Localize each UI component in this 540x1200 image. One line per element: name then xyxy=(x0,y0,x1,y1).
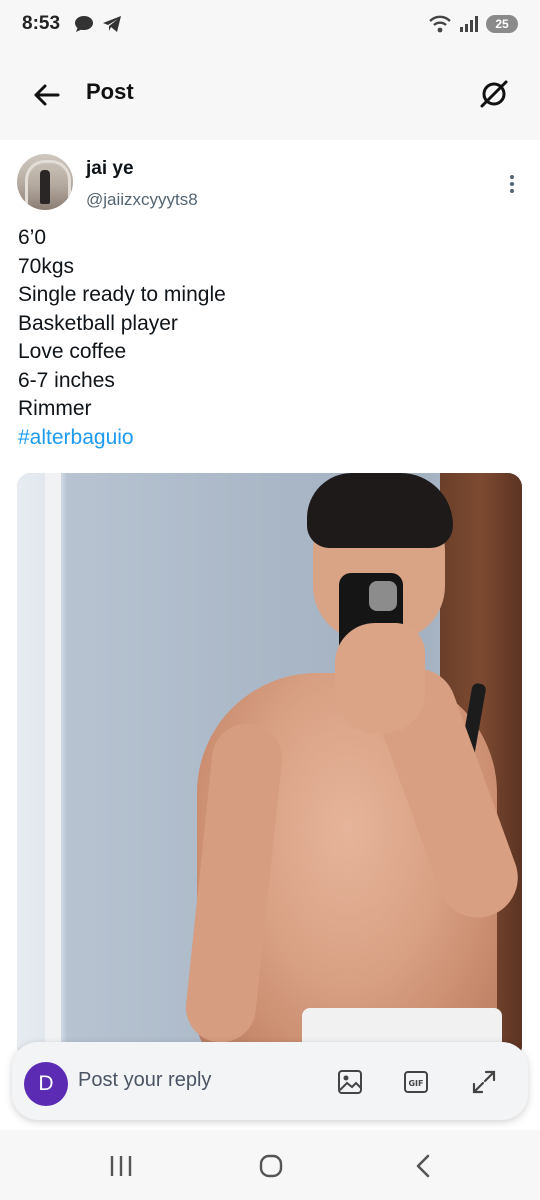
post-line: Love coffee xyxy=(18,340,127,363)
author-name[interactable]: jai ye xyxy=(86,158,134,180)
photo-door-frame xyxy=(45,473,61,1060)
avatar[interactable] xyxy=(17,154,73,210)
top-nav: Post xyxy=(0,50,540,140)
photo-hair xyxy=(307,473,453,548)
system-nav-bar xyxy=(0,1130,540,1200)
reply-avatar[interactable]: D xyxy=(24,1062,68,1106)
recent-apps-icon[interactable] xyxy=(106,1152,136,1180)
post: jai ye @jaiizxcyyyts8 6’0 70kgs Single r… xyxy=(0,140,540,1060)
chat-bubble-icon xyxy=(75,16,93,32)
photo-phone-camera xyxy=(369,581,397,611)
home-icon[interactable] xyxy=(256,1152,286,1180)
photo-hand xyxy=(335,623,425,733)
avatar-figure xyxy=(40,170,50,204)
status-icons-left xyxy=(73,14,123,34)
post-line: Single ready to mingle xyxy=(18,283,226,306)
telegram-icon xyxy=(103,16,121,32)
post-line: 6’0 xyxy=(18,226,47,249)
expand-icon[interactable] xyxy=(470,1068,498,1096)
gif-icon[interactable]: GIF xyxy=(402,1068,430,1096)
wifi-icon xyxy=(429,15,451,33)
post-line: 6-7 inches xyxy=(18,368,115,392)
status-bar: 8:53 25 xyxy=(0,0,540,50)
author-handle[interactable]: @jaiizxcyyyts8 xyxy=(86,190,198,210)
battery-icon: 25 xyxy=(486,15,518,33)
status-time: 8:53 xyxy=(22,13,61,34)
signal-icon xyxy=(460,16,478,32)
reply-composer: D Post your reply GIF xyxy=(12,1042,528,1120)
grok-icon[interactable] xyxy=(476,76,512,112)
post-text: 6’0 70kgs Single ready to mingle Basketb… xyxy=(18,224,518,452)
page-title: Post xyxy=(86,79,134,104)
arrow-left-icon[interactable] xyxy=(30,78,64,112)
post-line: 70kgs xyxy=(18,254,75,278)
image-icon[interactable] xyxy=(336,1068,364,1096)
svg-text:GIF: GIF xyxy=(408,1079,423,1088)
post-media-image[interactable] xyxy=(17,473,522,1060)
post-line: Rimmer xyxy=(18,397,92,420)
back-icon[interactable] xyxy=(408,1152,438,1180)
reply-input[interactable]: Post your reply xyxy=(78,1069,211,1092)
hashtag-link[interactable]: #alterbaguio xyxy=(18,424,518,453)
post-line: Basketball player xyxy=(18,311,178,335)
status-icons-right: 25 xyxy=(428,14,518,34)
more-options-icon[interactable] xyxy=(506,174,518,194)
